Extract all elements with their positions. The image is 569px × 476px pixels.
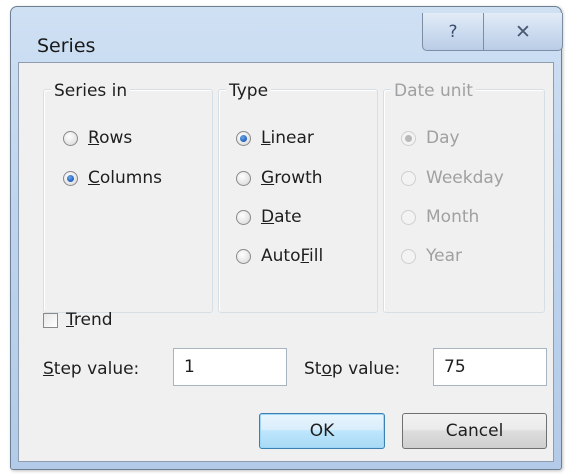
radio-growth-circle[interactable] [236, 170, 251, 186]
series-in-group [43, 89, 213, 313]
radio-day-circle[interactable] [401, 130, 416, 146]
radio-linear-label: Linear [261, 128, 314, 148]
radio-weekday[interactable]: Weekday [401, 168, 504, 188]
series-in-legend: Series in [51, 81, 131, 101]
radio-date[interactable]: Date [236, 207, 302, 227]
radio-rows-circle[interactable] [63, 130, 78, 146]
close-icon: ✕ [515, 20, 531, 43]
date-unit-group [383, 89, 545, 313]
stop-value-label: Stop value: [304, 359, 401, 379]
radio-linear[interactable]: Linear [236, 128, 314, 148]
radio-growth-label: Growth [261, 168, 323, 188]
radio-columns-label: Columns [88, 168, 162, 188]
radio-autofill[interactable]: AutoFill [236, 246, 323, 266]
radio-weekday-circle[interactable] [401, 170, 416, 186]
dialog-title: Series [37, 35, 96, 57]
radio-year[interactable]: Year [401, 246, 462, 266]
radio-columns[interactable]: Columns [63, 168, 162, 188]
stop-value-input[interactable] [433, 348, 547, 386]
radio-growth[interactable]: Growth [236, 168, 323, 188]
type-group [218, 89, 378, 313]
radio-weekday-label: Weekday [426, 168, 504, 188]
radio-month[interactable]: Month [401, 207, 479, 227]
date-unit-legend: Date unit [391, 81, 476, 101]
radio-autofill-label: AutoFill [261, 246, 324, 266]
radio-month-label: Month [426, 207, 480, 227]
dialog-body: Series in Rows Columns Type Linear Growt… [18, 62, 554, 462]
radio-year-circle[interactable] [401, 248, 416, 264]
radio-columns-circle[interactable] [63, 170, 78, 186]
radio-year-label: Year [426, 246, 462, 266]
step-value-label: Step value: [43, 359, 140, 379]
ok-button[interactable]: OK [259, 413, 385, 449]
trend-checkbox[interactable]: Trend [43, 310, 113, 330]
radio-month-circle[interactable] [401, 209, 416, 225]
cancel-button[interactable]: Cancel [402, 413, 547, 449]
trend-checkbox-box[interactable] [43, 312, 58, 328]
type-legend: Type [226, 81, 272, 101]
close-button[interactable]: ✕ [483, 13, 563, 51]
radio-date-label: Date [261, 207, 302, 227]
help-button[interactable]: ? [422, 13, 484, 51]
step-value-input[interactable] [173, 348, 287, 386]
radio-rows[interactable]: Rows [63, 128, 132, 148]
radio-rows-label: Rows [88, 128, 133, 148]
radio-date-circle[interactable] [236, 209, 251, 225]
radio-autofill-circle[interactable] [236, 248, 251, 264]
radio-day-label: Day [426, 128, 460, 148]
radio-day[interactable]: Day [401, 128, 460, 148]
help-icon: ? [448, 21, 458, 42]
radio-linear-circle[interactable] [236, 130, 251, 146]
trend-label: Trend [66, 310, 113, 330]
